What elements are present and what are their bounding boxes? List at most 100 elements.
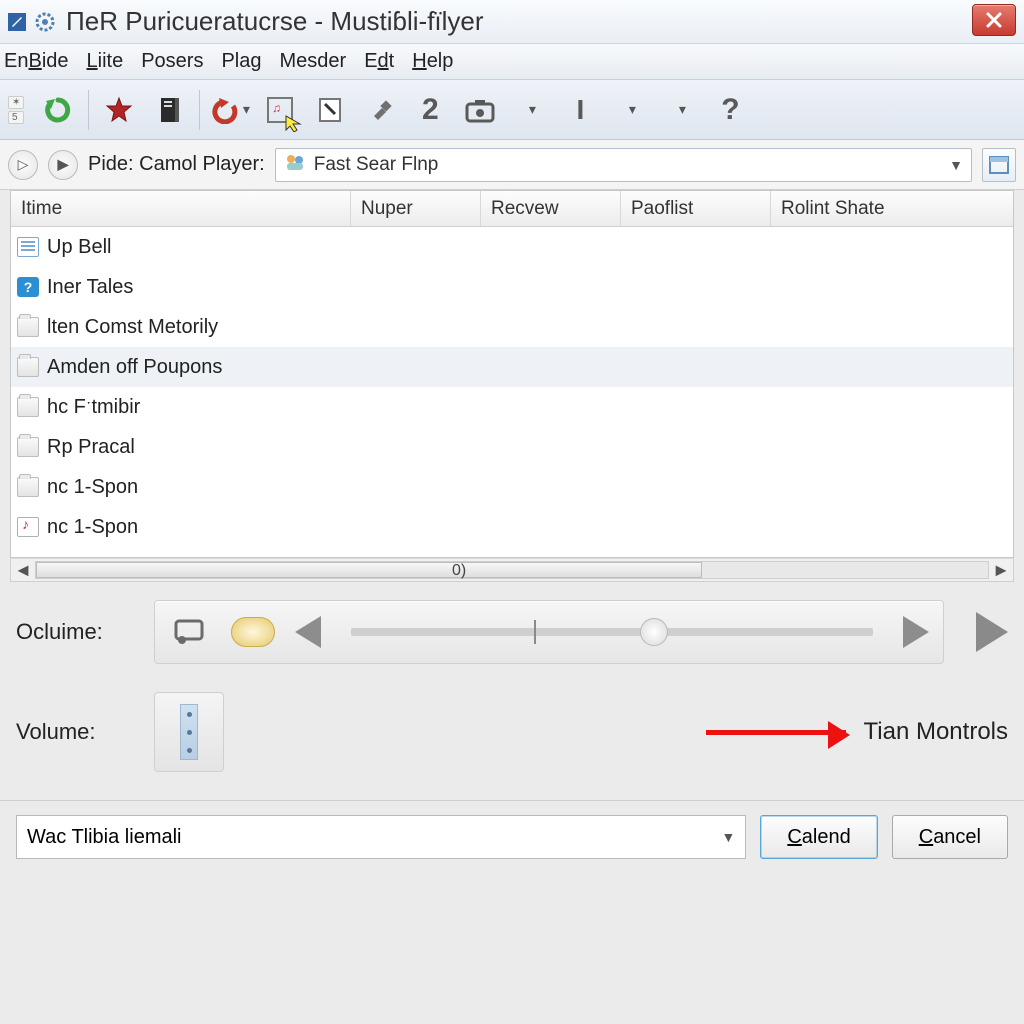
ocluime-label: Ocluime:	[16, 619, 136, 645]
nav-forward-button[interactable]: ▶	[48, 150, 78, 180]
col-paoflist[interactable]: Paoflist	[621, 191, 771, 226]
menu-enbide[interactable]: EnBide	[4, 50, 69, 73]
scroll-thumb[interactable]	[36, 562, 702, 578]
folder-icon	[17, 317, 39, 337]
volume-button[interactable]	[154, 692, 224, 772]
annotation-text: Tian Montrols	[864, 718, 1009, 746]
scroll-track[interactable]: 0)	[35, 561, 989, 579]
panel-toggle-button[interactable]	[982, 148, 1016, 182]
col-nuper[interactable]: Nuper	[351, 191, 481, 226]
col-itime[interactable]: Itime	[11, 191, 351, 226]
menu-posers[interactable]: Posers	[141, 50, 203, 73]
toolbar-bar-icon[interactable]: I	[560, 90, 600, 130]
toolbar-quick-col: ✶ 5	[8, 96, 24, 124]
quick-tag-5[interactable]: 5	[8, 111, 24, 124]
seek-start-icon[interactable]	[295, 616, 321, 648]
toolbar-note-icon[interactable]	[310, 90, 350, 130]
lower-panel: Ocluime: Volume: Tian Montrols	[0, 582, 1024, 772]
table-row[interactable]: Rp Pracal	[11, 427, 1013, 467]
menu-plag[interactable]: Plag	[221, 50, 261, 73]
search-people-icon	[284, 152, 306, 177]
close-button[interactable]	[972, 4, 1016, 36]
screen-icon[interactable]	[169, 611, 211, 653]
toolbar-separator	[199, 90, 200, 130]
search-box[interactable]: ▼	[275, 148, 972, 182]
progress-knob[interactable]	[640, 618, 668, 646]
app-icon-edit	[6, 11, 28, 33]
annotation-arrow-icon	[706, 730, 846, 735]
chevron-down-icon[interactable]: ▼	[721, 829, 735, 845]
calend-button[interactable]: Calend	[760, 815, 877, 859]
toolbar-dropdown-2[interactable]	[610, 90, 650, 130]
table-row[interactable]: ? Iner Tales	[11, 267, 1013, 307]
window-title: ΠeR Puricueratucrse - Mustiɓli-fïlyer	[66, 6, 484, 37]
titlebar-icons	[6, 11, 56, 33]
bottom-combo[interactable]: Wac Tlibia liemali ▼	[16, 815, 746, 859]
svg-text:♫: ♫	[272, 101, 281, 115]
toolbar-separator	[88, 90, 89, 130]
volume-meter-icon	[180, 704, 198, 760]
horizontal-scrollbar[interactable]: ◄ 0) ►	[10, 558, 1014, 582]
bottom-row: Wac Tlibia liemali ▼ Calend Cancel	[0, 800, 1024, 873]
search-input[interactable]	[314, 154, 941, 176]
gold-button[interactable]	[231, 617, 275, 647]
file-table: Itime Nuper Recvew Paoflist Rolint Shate…	[10, 190, 1014, 558]
toolbar-dropdown-3[interactable]	[660, 90, 700, 130]
folder-icon	[17, 357, 39, 377]
table-header: Itime Nuper Recvew Paoflist Rolint Shate	[11, 191, 1013, 227]
progress-slider[interactable]	[351, 628, 873, 636]
row-label: Up Bell	[47, 236, 111, 259]
toolbar-camera-icon[interactable]	[460, 90, 500, 130]
row-label: Amden off Poupons	[47, 356, 222, 379]
cancel-button[interactable]: Cancel	[892, 815, 1008, 859]
row-label: hc Fˑtmibir	[47, 396, 140, 419]
app-icon-gear	[34, 11, 56, 33]
search-dropdown-icon[interactable]: ▼	[949, 157, 963, 173]
titlebar: ΠeR Puricueratucrse - Mustiɓli-fïlyer	[0, 0, 1024, 44]
folder-icon	[17, 477, 39, 497]
folder-icon	[17, 437, 39, 457]
row-label: nc 1-Spon	[47, 476, 138, 499]
col-recvew[interactable]: Recvew	[481, 191, 621, 226]
row-label: lten Comst Metorily	[47, 316, 218, 339]
menu-help[interactable]: Help	[412, 50, 453, 73]
toolbar-star-icon[interactable]	[99, 90, 139, 130]
table-body: Up Bell ? Iner Tales lten Comst Metorily…	[11, 227, 1013, 557]
toolbar-refresh-icon[interactable]	[38, 90, 78, 130]
toolbar-pin-icon[interactable]	[360, 90, 400, 130]
row-label: nc 1-Spon	[47, 516, 138, 539]
toolbar: ✶ 5 ♫ 2 I ?	[0, 80, 1024, 140]
cursor-icon	[284, 114, 302, 132]
address-row: ▷ ▶ Pide: Camol Player: ▼	[0, 140, 1024, 190]
menubar: EnBide Liite Posers Plag Mesder Edt Help	[0, 44, 1024, 80]
folder-icon	[17, 397, 39, 417]
address-label: Pide: Camol Player:	[88, 153, 265, 176]
col-rolint-shate[interactable]: Rolint Shate	[771, 191, 1013, 226]
toolbar-dropdown-1[interactable]	[510, 90, 550, 130]
row-label: Rp Pracal	[47, 436, 135, 459]
table-row[interactable]: Up Bell	[11, 227, 1013, 267]
table-row[interactable]: nc 1-Spon	[11, 467, 1013, 507]
toolbar-undo-icon[interactable]	[210, 90, 250, 130]
seek-end-icon[interactable]	[903, 616, 929, 648]
table-row[interactable]: lten Comst Metorily	[11, 307, 1013, 347]
table-row[interactable]: nc 1-Spon	[11, 507, 1013, 547]
toolbar-media-icon[interactable]: ♫	[260, 90, 300, 130]
volume-row: Volume: Tian Montrols	[16, 692, 1008, 772]
progress-tick	[534, 620, 536, 644]
menu-liite[interactable]: Liite	[87, 50, 124, 73]
toolbar-help-icon[interactable]: ?	[710, 90, 750, 130]
quick-tag-x[interactable]: ✶	[8, 96, 24, 109]
menu-mesder[interactable]: Mesder	[280, 50, 347, 73]
table-row[interactable]: Amden off Poupons	[11, 347, 1013, 387]
document-icon	[17, 237, 39, 257]
scroll-right-icon[interactable]: ►	[989, 560, 1013, 581]
toolbar-two-icon[interactable]: 2	[410, 90, 450, 130]
nav-back-button[interactable]: ▷	[8, 150, 38, 180]
menu-edt[interactable]: Edt	[364, 50, 394, 73]
table-row[interactable]: hc Fˑtmibir	[11, 387, 1013, 427]
play-button-icon[interactable]	[976, 612, 1008, 652]
toolbar-book-icon[interactable]	[149, 90, 189, 130]
scroll-left-icon[interactable]: ◄	[11, 560, 35, 581]
ocluime-row: Ocluime:	[16, 600, 1008, 664]
